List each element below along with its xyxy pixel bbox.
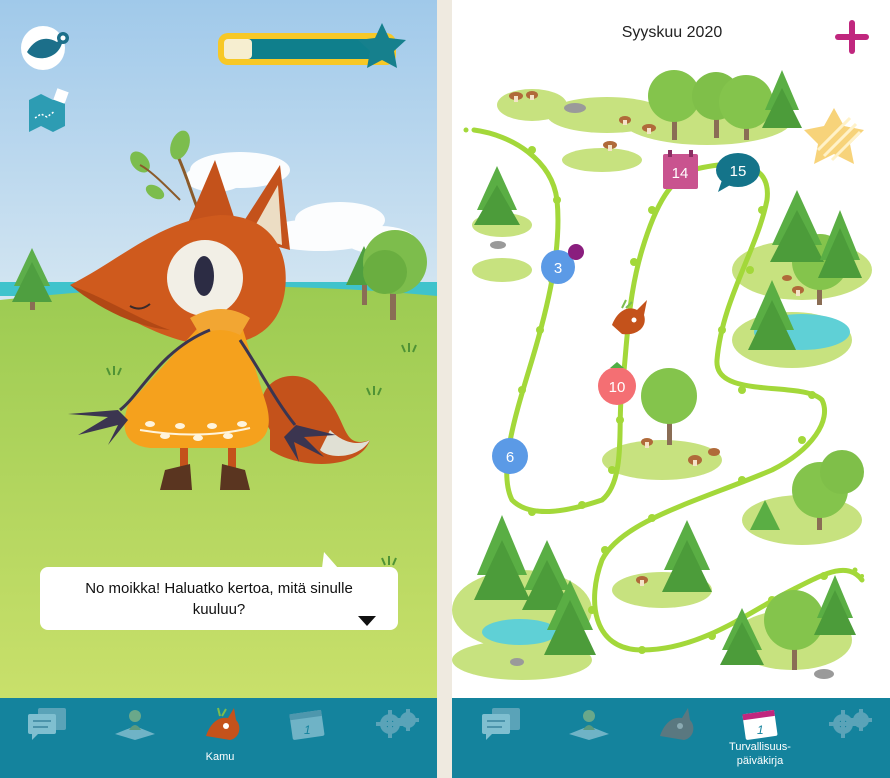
chat-icon	[482, 708, 520, 740]
day-marker-6[interactable]: 6	[492, 438, 528, 474]
tab-companion-label: Kamu	[205, 751, 235, 763]
plus-icon	[835, 20, 869, 54]
forest-map	[452, 70, 872, 680]
day-marker-14[interactable]: 14	[663, 150, 698, 189]
day-marker-14-label: 14	[672, 165, 689, 182]
calendar-date: 1	[304, 723, 311, 737]
fox-icon	[660, 708, 694, 740]
calendar-icon: 1	[289, 709, 325, 740]
day-marker-15-label: 15	[730, 163, 747, 180]
speech-bubble[interactable]: No moikka! Haluatko kertoa, mitä sinulle…	[40, 552, 398, 630]
month-title: Syyskuu 2020	[621, 24, 723, 41]
map-icon	[29, 88, 69, 132]
profile-settings-button[interactable]	[21, 24, 73, 72]
tab-meditation[interactable]	[547, 698, 627, 778]
meditation-icon	[115, 710, 155, 740]
day-marker-10-label: 10	[609, 379, 626, 396]
gears-icon	[829, 709, 872, 738]
calendar-icon: 1	[742, 709, 778, 740]
tab-companion[interactable]	[634, 698, 714, 778]
tab-chat[interactable]	[460, 698, 540, 778]
diary-map-screen: Syyskuu 2020 3 6 10 14 15 1 Turvallisuus…	[452, 0, 890, 778]
chat-icon	[28, 708, 66, 740]
tab-diary-label: Turvallisuus- päiväkirja	[729, 741, 791, 767]
speech-text: No moikka! Haluatko kertoa, mitä sinulle…	[85, 580, 353, 618]
fox-marker-icon	[612, 299, 647, 335]
bottom-tab-bar: 1 Turvallisuus- päiväkirja	[452, 698, 890, 778]
tab-settings[interactable]	[354, 698, 434, 778]
continue-arrow-icon[interactable]	[358, 616, 376, 626]
map-button[interactable]	[25, 88, 70, 133]
tab-diary[interactable]: 1 Turvallisuus- päiväkirja	[720, 698, 800, 778]
fox-icon	[206, 707, 240, 740]
add-entry-button[interactable]	[835, 20, 869, 54]
meditation-icon	[569, 710, 609, 740]
tab-chat[interactable]	[6, 698, 86, 778]
tab-companion[interactable]: Kamu	[180, 698, 260, 778]
day-marker-6-label: 6	[506, 449, 514, 466]
tab-meditation[interactable]	[93, 698, 173, 778]
gears-icon	[376, 709, 419, 738]
companion-screen: No moikka! Haluatko kertoa, mitä sinulle…	[0, 0, 437, 778]
calendar-date: 1	[757, 723, 764, 737]
day-marker-3-label: 3	[554, 260, 562, 277]
tab-settings[interactable]	[807, 698, 887, 778]
bottom-tab-bar: Kamu 1	[0, 698, 437, 778]
bird-gear-icon	[21, 26, 69, 70]
progress-bar	[216, 20, 412, 72]
tab-diary[interactable]: 1	[267, 698, 347, 778]
